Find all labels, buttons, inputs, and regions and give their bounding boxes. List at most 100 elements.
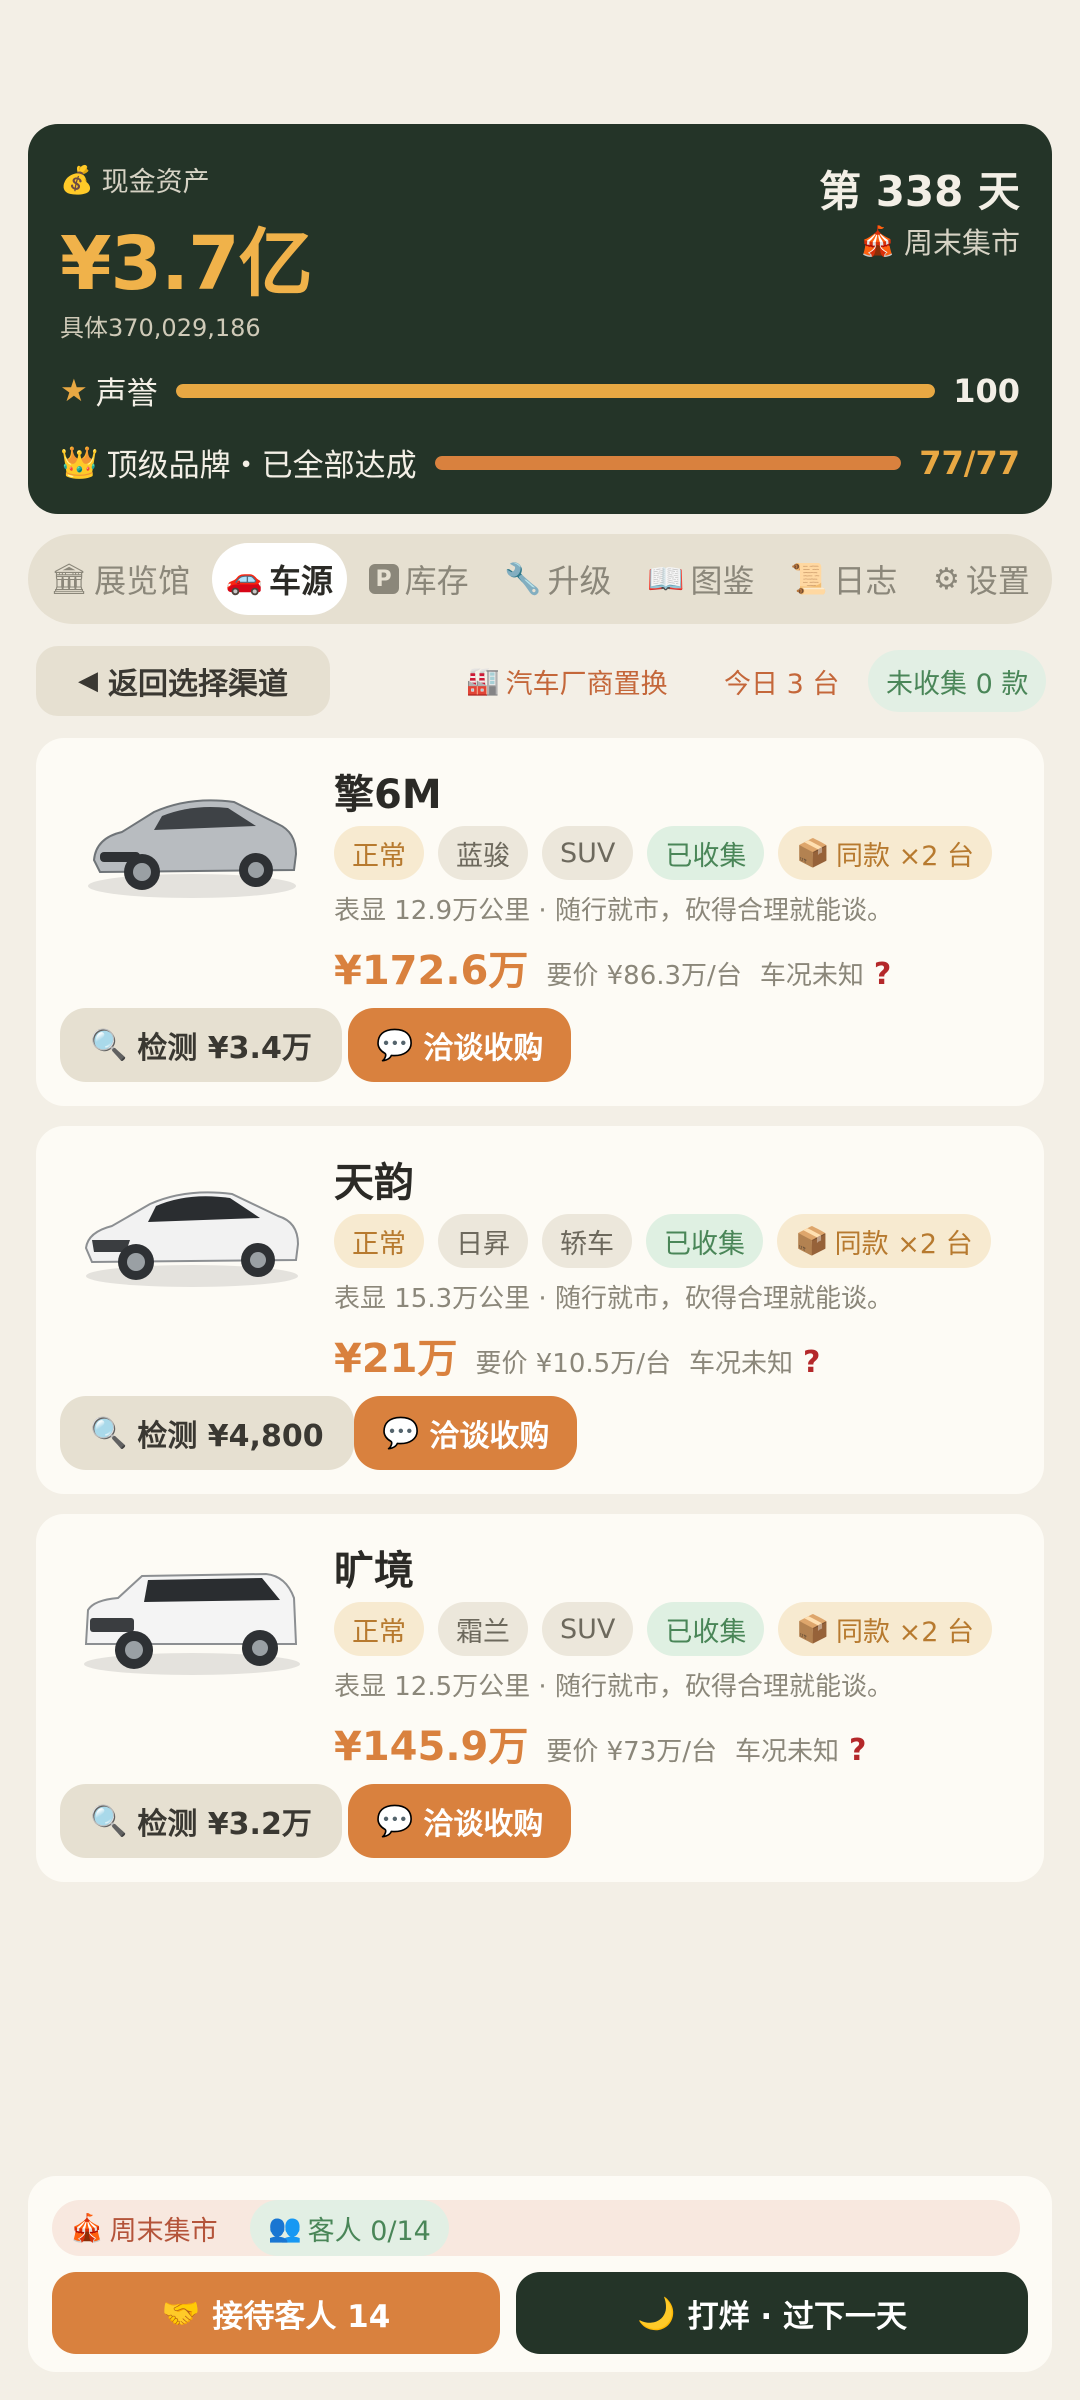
price-row: ¥21万 要价 ¥10.5万/台 车况未知 ? bbox=[334, 1326, 820, 1384]
car-card: 天韵 正常 日昇 轿车 已收集 📦 同款 ×2 台 表显 15.3万公里 · 随… bbox=[36, 1126, 1044, 1494]
reputation-value: 100 bbox=[953, 371, 1020, 410]
question-mark-icon: ? bbox=[873, 957, 892, 992]
brand-bar-fill bbox=[434, 455, 902, 470]
question-mark-icon: ? bbox=[802, 1345, 821, 1380]
crown-icon: 👑 bbox=[60, 445, 99, 481]
type-tag: SUV bbox=[542, 826, 634, 880]
brand-tag: 蓝骏 bbox=[438, 826, 528, 880]
book-icon: 📖 bbox=[647, 561, 685, 597]
tent-icon: 🎪 bbox=[70, 2213, 104, 2244]
brand-tag: 霜兰 bbox=[438, 1602, 528, 1656]
brand-bar bbox=[434, 455, 902, 470]
car-description: 表显 12.9万公里 · 随行就市，砍得合理就能谈。 bbox=[334, 896, 893, 926]
tab-car-source[interactable]: 🚗 车源 bbox=[211, 543, 348, 615]
negotiate-button[interactable]: 💬 洽谈收购 bbox=[348, 1784, 572, 1858]
tab-catalog[interactable]: 📖 图鉴 bbox=[633, 543, 768, 615]
cash-value: ¥3.7亿 bbox=[60, 221, 313, 307]
type-tag: 轿车 bbox=[542, 1214, 632, 1268]
tab-settings[interactable]: ⚙ 设置 bbox=[919, 543, 1044, 615]
car-tags: 正常 蓝骏 SUV 已收集 📦 同款 ×2 台 bbox=[334, 826, 992, 880]
inspect-button[interactable]: 🔍 检测 ¥3.2万 bbox=[60, 1784, 342, 1858]
brand-label: 顶级品牌・已全部达成 bbox=[106, 448, 417, 484]
reputation-bar bbox=[175, 383, 936, 398]
wrench-icon: 🔧 bbox=[504, 561, 542, 597]
car-image bbox=[64, 760, 316, 910]
market-chip: 🎪 周末集市 bbox=[52, 2200, 1020, 2256]
receive-guests-button[interactable]: 🤝 接待客人 14 bbox=[52, 2272, 500, 2354]
today-count: 今日 3 台 bbox=[724, 668, 840, 700]
condition-status: 车况未知 bbox=[735, 1737, 840, 1767]
collected-tag: 已收集 bbox=[647, 1602, 765, 1656]
cash-detail: 具体370,029,186 bbox=[60, 314, 261, 342]
gear-icon: ⚙ bbox=[933, 561, 960, 597]
car-description: 表显 15.3万公里 · 随行就市，砍得合理就能谈。 bbox=[334, 1284, 893, 1314]
negotiate-button[interactable]: 💬 洽谈收购 bbox=[354, 1396, 578, 1470]
moon-icon: 🌙 bbox=[637, 2295, 676, 2332]
main-tab-bar: 🏛 展览馆 🚗 车源 P 库存 🔧 升级 📖 图鉴 📜 日志 ⚙ 设置 bbox=[28, 534, 1052, 624]
guests-chip: 👥 客人 0/14 bbox=[250, 2200, 449, 2256]
speech-bubble-icon: 💬 bbox=[376, 1803, 414, 1839]
box-icon: 📦 bbox=[796, 1614, 830, 1645]
car-name: 旷境 bbox=[334, 1548, 414, 1594]
brand-value: 77/77 bbox=[919, 443, 1020, 482]
inspect-button[interactable]: 🔍 检测 ¥3.4万 bbox=[60, 1008, 342, 1082]
condition-tag: 正常 bbox=[334, 1602, 424, 1656]
reputation-row: ★ 声誉 100 bbox=[60, 368, 1020, 413]
collected-tag: 已收集 bbox=[646, 1214, 763, 1268]
box-icon: 📦 bbox=[795, 1226, 829, 1257]
same-model-tag: 📦 同款 ×2 台 bbox=[778, 826, 992, 880]
type-tag: SUV bbox=[542, 1602, 634, 1656]
star-icon: ★ bbox=[60, 372, 88, 409]
total-price: ¥21万 bbox=[334, 1336, 458, 1382]
price-row: ¥145.9万 要价 ¥73万/台 车况未知 ? bbox=[334, 1714, 866, 1772]
condition-tag: 正常 bbox=[334, 826, 424, 880]
footer-panel: 🎪 周末集市 👥 客人 0/14 🤝 接待客人 14 🌙 打烊 · 过下一天 bbox=[28, 2176, 1052, 2372]
same-model-tag: 📦 同款 ×2 台 bbox=[778, 1602, 992, 1656]
magnifier-icon: 🔍 bbox=[90, 1415, 128, 1451]
inspect-button[interactable]: 🔍 检测 ¥4,800 bbox=[60, 1396, 354, 1470]
box-icon: 📦 bbox=[796, 838, 830, 869]
asking-price: 要价 ¥86.3万/台 bbox=[546, 961, 742, 991]
people-icon: 👥 bbox=[268, 2213, 302, 2244]
tab-log[interactable]: 📜 日志 bbox=[776, 543, 911, 615]
car-tags: 正常 日昇 轿车 已收集 📦 同款 ×2 台 bbox=[334, 1214, 991, 1268]
museum-icon: 🏛 bbox=[50, 561, 89, 597]
condition-tag: 正常 bbox=[334, 1214, 424, 1268]
tab-museum[interactable]: 🏛 展览馆 bbox=[36, 543, 204, 615]
price-row: ¥172.6万 要价 ¥86.3万/台 车况未知 ? bbox=[334, 938, 891, 996]
total-price: ¥145.9万 bbox=[334, 1724, 529, 1770]
channel-label: 🏭 汽车厂商置换 bbox=[466, 666, 668, 700]
cash-label: 现金资产 bbox=[101, 167, 210, 198]
handshake-icon: 🤝 bbox=[161, 2295, 201, 2332]
speech-bubble-icon: 💬 bbox=[376, 1027, 414, 1063]
same-model-tag: 📦 同款 ×2 台 bbox=[777, 1214, 991, 1268]
car-description: 表显 12.5万公里 · 随行就市，砍得合理就能谈。 bbox=[334, 1672, 893, 1702]
total-price: ¥172.6万 bbox=[334, 948, 529, 994]
close-shop-button[interactable]: 🌙 打烊 · 过下一天 bbox=[516, 2272, 1028, 2354]
magnifier-icon: 🔍 bbox=[90, 1027, 128, 1063]
tab-inventory[interactable]: P 库存 bbox=[355, 543, 483, 615]
car-name: 擎6M bbox=[334, 772, 442, 818]
asking-price: 要价 ¥10.5万/台 bbox=[475, 1349, 671, 1379]
reputation-bar-fill bbox=[175, 383, 936, 398]
market-name: 周末集市 bbox=[903, 226, 1020, 260]
question-mark-icon: ? bbox=[849, 1733, 867, 1768]
car-name: 天韵 bbox=[334, 1160, 414, 1206]
uncollected-badge: 未收集 0 款 bbox=[868, 650, 1047, 712]
scroll-icon: 📜 bbox=[790, 561, 828, 597]
factory-icon: 🏭 bbox=[466, 666, 500, 697]
back-arrow-icon: ◀ bbox=[78, 666, 98, 696]
parking-icon: P bbox=[368, 564, 399, 594]
negotiate-button[interactable]: 💬 洽谈收购 bbox=[348, 1008, 572, 1082]
reputation-label: 声誉 bbox=[95, 376, 158, 412]
speech-bubble-icon: 💬 bbox=[382, 1415, 420, 1451]
car-card: 擎6M 正常 蓝骏 SUV 已收集 📦 同款 ×2 台 表显 12.9万公里 ·… bbox=[36, 738, 1044, 1106]
back-to-channels-button[interactable]: ◀ 返回选择渠道 bbox=[36, 646, 330, 716]
day-counter: 第 338 天 bbox=[819, 167, 1020, 216]
magnifier-icon: 🔍 bbox=[90, 1803, 128, 1839]
assets-header-card: 💰 现金资产 ¥3.7亿 具体370,029,186 第 338 天 🎪 周末集… bbox=[28, 124, 1052, 514]
car-tags: 正常 霜兰 SUV 已收集 📦 同款 ×2 台 bbox=[334, 1602, 992, 1656]
money-bag-icon: 💰 bbox=[60, 164, 94, 196]
brand-tag: 日昇 bbox=[438, 1214, 528, 1268]
tab-upgrade[interactable]: 🔧 升级 bbox=[490, 543, 625, 615]
